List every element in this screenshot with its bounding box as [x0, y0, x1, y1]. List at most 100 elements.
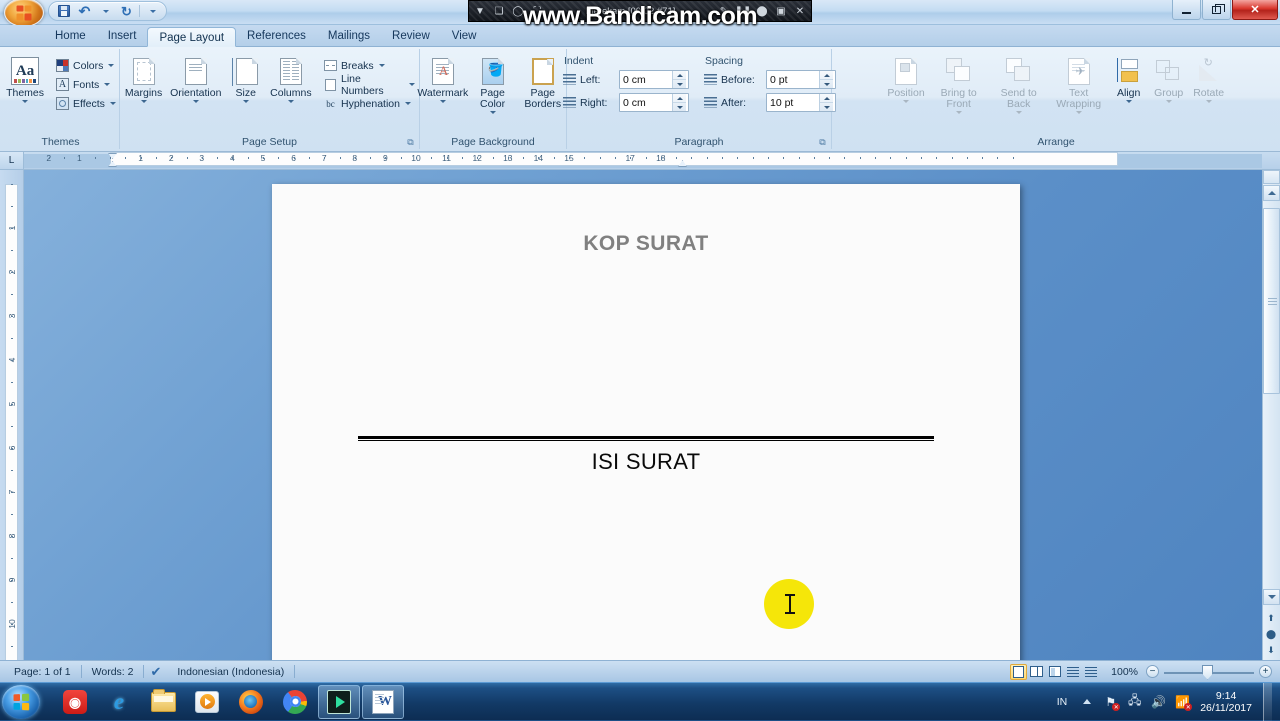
- indent-right-spinner[interactable]: [619, 93, 689, 112]
- size-button[interactable]: Size: [226, 53, 266, 105]
- ruler-tick-mark: [905, 157, 907, 159]
- save-button[interactable]: [55, 3, 72, 19]
- rotate-button[interactable]: ↻ Rotate: [1189, 53, 1229, 105]
- send-to-back-button[interactable]: Send to Back: [989, 53, 1049, 116]
- word-count[interactable]: Words: 2: [82, 663, 144, 681]
- start-button[interactable]: [2, 684, 40, 719]
- taskbar-chrome[interactable]: [274, 685, 316, 719]
- theme-fonts-button[interactable]: A Fonts: [52, 75, 119, 94]
- ruler-tick-mark: [201, 157, 203, 159]
- scrollbar-thumb[interactable]: [1263, 208, 1280, 394]
- taskbar-bandicam[interactable]: [318, 684, 360, 719]
- tab-review[interactable]: Review: [381, 26, 441, 46]
- language-indicator[interactable]: Indonesian (Indonesia): [167, 663, 294, 681]
- spinner-up[interactable]: [673, 71, 686, 80]
- taskbar-windows-media-player[interactable]: [186, 685, 228, 719]
- theme-colors-button[interactable]: Colors: [52, 56, 119, 75]
- web-layout-view-button[interactable]: [1046, 664, 1063, 680]
- show-desktop-button[interactable]: [1263, 682, 1272, 721]
- tab-home[interactable]: Home: [44, 26, 97, 46]
- spinner-down[interactable]: [673, 80, 686, 88]
- zoom-slider-handle[interactable]: [1202, 664, 1213, 680]
- horizontal-line-shape[interactable]: [358, 436, 934, 441]
- volume-icon[interactable]: 🔊: [1150, 693, 1167, 710]
- office-button[interactable]: [4, 0, 44, 27]
- tab-stop-selector[interactable]: L: [0, 152, 24, 169]
- tab-page-layout[interactable]: Page Layout: [147, 27, 237, 47]
- restore-button[interactable]: [1202, 0, 1231, 20]
- margins-button[interactable]: Margins: [121, 53, 165, 105]
- page-color-button[interactable]: 🪣 Page Color: [469, 53, 517, 116]
- tab-insert[interactable]: Insert: [97, 26, 148, 46]
- spacing-before-input[interactable]: [767, 71, 819, 88]
- vertical-ruler[interactable]: 1234567891011: [0, 170, 24, 660]
- spacing-after-input[interactable]: [767, 94, 819, 111]
- indent-left-spinner[interactable]: [619, 70, 689, 89]
- scroll-down-button[interactable]: [1263, 589, 1280, 605]
- watermark-button[interactable]: A Watermark: [417, 53, 468, 105]
- wireless-signal-icon[interactable]: 📶 ✕: [1174, 693, 1193, 711]
- position-button[interactable]: Position: [883, 53, 928, 105]
- full-screen-reading-view-button[interactable]: [1028, 664, 1045, 680]
- text-wrapping-button[interactable]: ✈ Text Wrapping: [1049, 53, 1109, 116]
- previous-page-button[interactable]: ⬆: [1263, 610, 1279, 626]
- paragraph-dialog-launcher[interactable]: ⧉: [817, 137, 828, 148]
- theme-effects-button[interactable]: Effects: [52, 94, 119, 113]
- columns-button[interactable]: Columns: [267, 53, 315, 105]
- spacing-before-spinner[interactable]: [766, 70, 836, 89]
- align-button[interactable]: Align: [1109, 53, 1149, 105]
- orientation-button[interactable]: Orientation: [167, 53, 225, 105]
- spinner-arrows[interactable]: [672, 71, 686, 88]
- document-canvas[interactable]: KOP SURAT ISI SURAT: [24, 170, 1262, 660]
- taskbar-internet-explorer[interactable]: e: [98, 685, 140, 719]
- scroll-up-button[interactable]: [1263, 185, 1280, 201]
- spinner-arrows[interactable]: [819, 71, 833, 88]
- network-icon[interactable]: 🖧: [1126, 693, 1143, 710]
- redo-button[interactable]: ↻: [118, 3, 135, 19]
- split-window-button[interactable]: [1263, 170, 1280, 184]
- taskbar-windows-explorer[interactable]: [142, 685, 184, 719]
- action-center-flag-icon[interactable]: ⚑ ✕: [1102, 693, 1121, 711]
- page-borders-button[interactable]: Page Borders: [519, 53, 567, 112]
- page-indicator[interactable]: Page: 1 of 1: [4, 663, 81, 681]
- select-browse-object-button[interactable]: ⬤: [1263, 626, 1279, 642]
- tab-references[interactable]: References: [236, 26, 317, 46]
- spacing-after-spinner[interactable]: [766, 93, 836, 112]
- taskbar-firefox[interactable]: [230, 685, 272, 719]
- vertical-scrollbar[interactable]: ⬆ ⬤ ⬇: [1262, 170, 1280, 660]
- document-page[interactable]: KOP SURAT ISI SURAT: [272, 184, 1020, 660]
- undo-dropdown-button[interactable]: [97, 3, 114, 19]
- minimize-button[interactable]: [1172, 0, 1201, 20]
- spinner-up[interactable]: [673, 94, 686, 103]
- zoom-level[interactable]: 100%: [1107, 663, 1142, 681]
- close-button[interactable]: ✕: [1232, 0, 1278, 20]
- taskbar-word[interactable]: W: [362, 684, 404, 719]
- clock[interactable]: 9:14 26/11/2017: [1198, 690, 1252, 714]
- spinner-arrows[interactable]: [672, 94, 686, 111]
- language-bar[interactable]: IN: [1053, 695, 1072, 709]
- outline-view-button[interactable]: [1064, 664, 1081, 680]
- themes-button[interactable]: Aa Themes: [2, 53, 48, 105]
- hyphenation-button[interactable]: bc Hyphenation: [320, 94, 418, 113]
- horizontal-ruler[interactable]: 211234567891011121314151718: [24, 152, 1280, 169]
- indent-left-input[interactable]: [620, 71, 672, 88]
- zoom-slider[interactable]: − +: [1146, 664, 1272, 680]
- spinner-arrows[interactable]: [819, 94, 833, 111]
- line-numbers-button[interactable]: Line Numbers: [320, 73, 418, 97]
- tab-mailings[interactable]: Mailings: [317, 26, 381, 46]
- print-layout-view-button[interactable]: [1010, 663, 1028, 680]
- draft-view-button[interactable]: [1082, 664, 1099, 680]
- zoom-in-button[interactable]: +: [1259, 665, 1272, 678]
- group-button[interactable]: Group: [1149, 53, 1189, 105]
- bring-to-front-button[interactable]: Bring to Front: [929, 53, 989, 116]
- show-hidden-icons-button[interactable]: [1078, 693, 1095, 710]
- customize-qat-button[interactable]: [144, 3, 161, 19]
- taskbar-gom-player[interactable]: ◉: [54, 685, 96, 719]
- indent-right-input[interactable]: [620, 94, 672, 111]
- page-setup-dialog-launcher[interactable]: ⧉: [405, 137, 416, 148]
- undo-button[interactable]: ↶: [76, 3, 93, 19]
- next-page-button[interactable]: ⬇: [1263, 642, 1279, 658]
- spinner-down[interactable]: [673, 103, 686, 111]
- proofing-status-icon[interactable]: ✔: [144, 663, 167, 681]
- zoom-out-button[interactable]: −: [1146, 665, 1159, 678]
